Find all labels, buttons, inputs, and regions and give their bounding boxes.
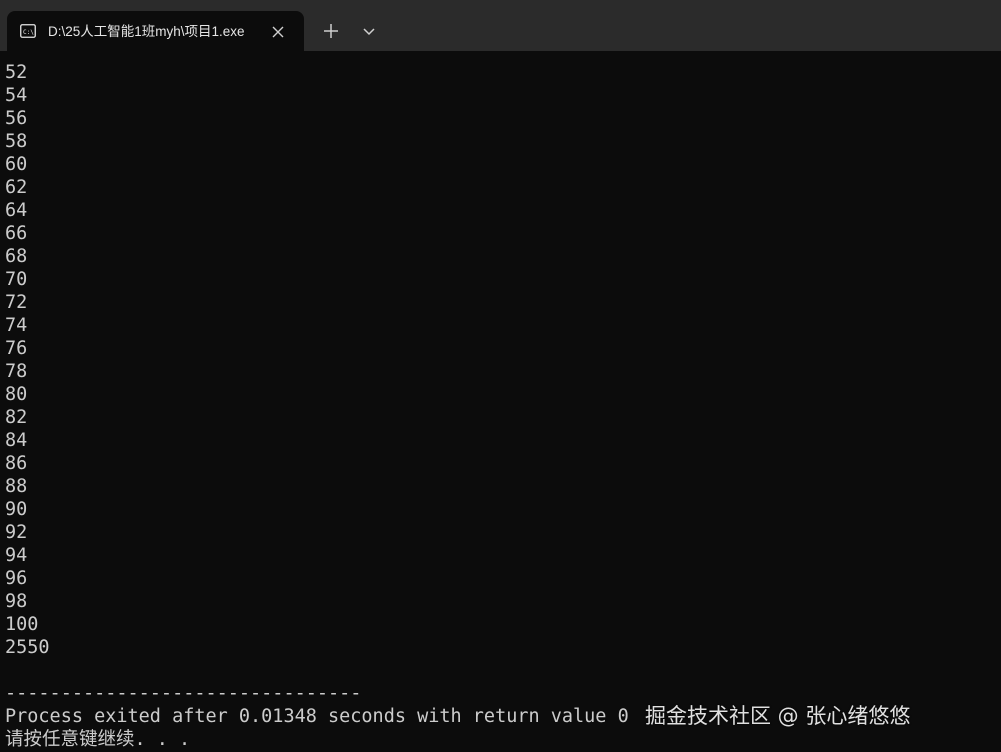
console-line: 54 [5, 85, 28, 106]
console-line: 88 [5, 476, 28, 497]
console-line: 62 [5, 177, 28, 198]
close-icon[interactable] [267, 21, 289, 43]
console-line: 86 [5, 453, 28, 474]
console-line: 74 [5, 315, 28, 336]
press-any-key-prompt: 请按任意键继续. . . [5, 729, 191, 750]
plus-icon[interactable] [318, 18, 344, 44]
console-line: 56 [5, 108, 28, 129]
console-line: 66 [5, 223, 28, 244]
console-line: 70 [5, 269, 28, 290]
console-icon: C:\ [20, 24, 36, 38]
console-line: 78 [5, 361, 28, 382]
console-line: 84 [5, 430, 28, 451]
console-line: 58 [5, 131, 28, 152]
tab-title: D:\25人工智能1班myh\项目1.exe [48, 24, 245, 39]
console-line: 80 [5, 384, 28, 405]
console-line: 52 [5, 62, 28, 83]
watermark: 掘金技术社区 @ 张心绪悠悠 [645, 704, 911, 728]
console-line: 60 [5, 154, 28, 175]
console-line: 82 [5, 407, 28, 428]
console-output: 52 54 56 58 60 62 64 66 68 70 72 74 76 78 80 82 84 86 88 90… [0, 51, 1001, 751]
console-line: 76 [5, 338, 28, 359]
console-line: 92 [5, 522, 28, 543]
title-bar: C:\ D:\25人工智能1班myh\项目1.exe [0, 0, 1001, 51]
console-line: 94 [5, 545, 28, 566]
tab-active[interactable]: C:\ D:\25人工智能1班myh\项目1.exe [7, 11, 304, 51]
svg-text:C:\: C:\ [23, 29, 34, 36]
console-area[interactable]: 52 54 56 58 60 62 64 66 68 70 72 74 76 78 80 82 84 86 88 90… [0, 51, 1001, 752]
console-line: 72 [5, 292, 28, 313]
console-line: 98 [5, 591, 28, 612]
console-line: 68 [5, 246, 28, 267]
console-line: 64 [5, 200, 28, 221]
console-line: 96 [5, 568, 28, 589]
terminal-window: C:\ D:\25人工智能1班myh\项目1.exe 52 54 56 58 60 62 6… [0, 0, 1001, 752]
console-line: 100 [5, 614, 39, 635]
chevron-down-icon[interactable] [356, 18, 382, 44]
console-line: 2550 [5, 637, 50, 658]
console-line: 90 [5, 499, 28, 520]
